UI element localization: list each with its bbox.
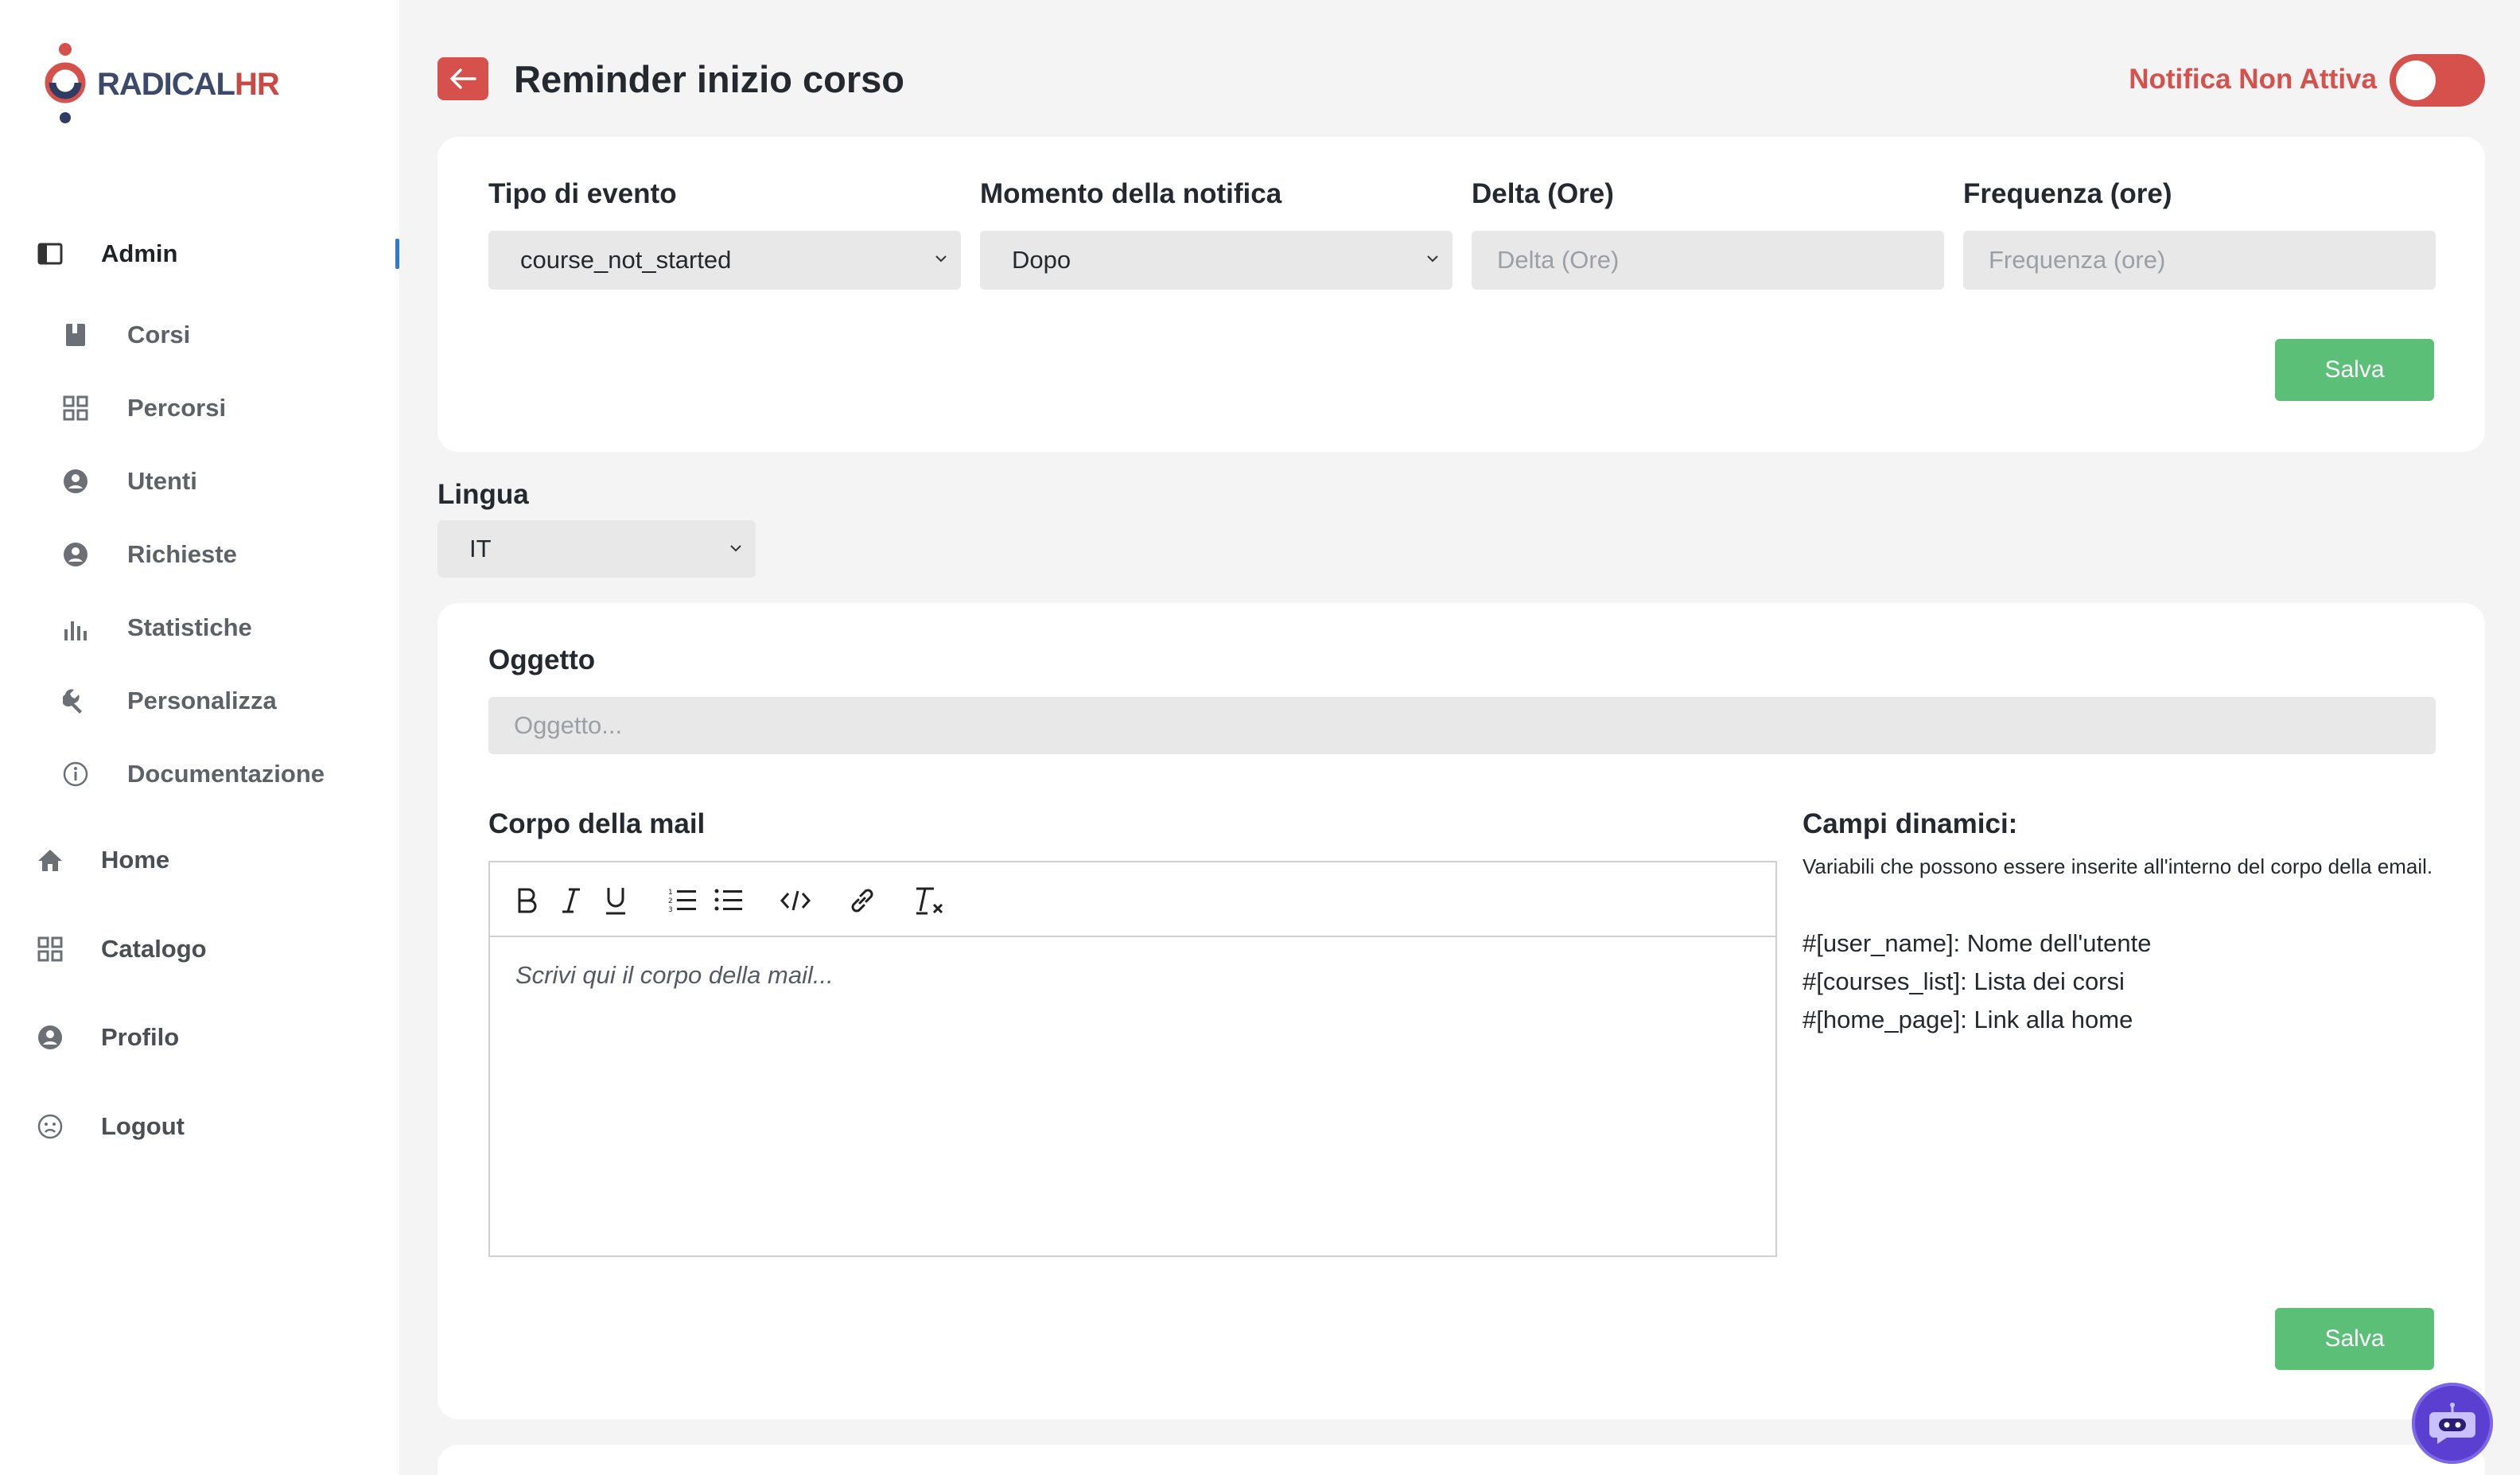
sidebar-item-statistiche[interactable]: Statistiche <box>0 600 399 656</box>
sidebar-item-label: Admin <box>101 239 178 267</box>
frequency-input[interactable]: Frequenza (ore) <box>1963 231 2436 290</box>
logo[interactable]: RADICALHR <box>41 41 280 127</box>
body-label: Corpo della mail <box>488 808 706 839</box>
language-select[interactable]: IT <box>438 520 756 578</box>
sidebar-item-label: Utenti <box>127 467 197 495</box>
svg-text:3: 3 <box>668 906 673 914</box>
sidebar-item-richieste[interactable]: Richieste <box>0 527 399 582</box>
link-icon[interactable] <box>846 885 878 917</box>
chatbot-button[interactable] <box>2412 1383 2493 1464</box>
sidebar-item-home[interactable]: Home <box>0 832 399 888</box>
wrench-icon <box>62 687 89 714</box>
sidebar-item-label: Home <box>101 846 170 874</box>
info-icon <box>62 761 89 788</box>
editor-toolbar: 123 <box>490 862 1775 937</box>
sidebar-item-admin[interactable]: Admin <box>0 226 399 282</box>
body-placeholder: Scrivi qui il corpo della mail... <box>515 961 834 989</box>
user-circle-icon <box>37 1024 64 1051</box>
event-type-select[interactable]: course_not_started <box>488 231 961 290</box>
bullet-list-icon[interactable] <box>713 885 745 917</box>
back-button[interactable] <box>438 57 488 100</box>
chevron-down-icon <box>1427 255 1438 263</box>
sidebar-item-profilo[interactable]: Profilo <box>0 1010 399 1065</box>
sidebar-item-label: Percorsi <box>127 394 227 422</box>
active-indicator <box>395 239 399 269</box>
chevron-down-icon <box>730 545 741 552</box>
radicalhr-logo-icon <box>45 43 86 123</box>
event-type-label: Tipo di evento <box>488 178 677 209</box>
sidebar-item-label: Statistiche <box>127 613 252 641</box>
sidebar-item-catalogo[interactable]: Catalogo <box>0 921 399 977</box>
subject-input[interactable]: Oggetto... <box>488 697 2436 754</box>
dynamic-fields-title: Campi dinamici: <box>1802 808 2018 839</box>
event-type-value: course_not_started <box>520 246 732 274</box>
ordered-list-icon[interactable]: 123 <box>667 885 698 917</box>
next-card <box>438 1445 2485 1475</box>
sidebar: RADICALHR Admin Corsi Percorsi Utenti Ri… <box>0 0 399 1475</box>
email-body-editor[interactable]: 123 Scrivi qui il corpo della mail... <box>488 861 1777 1257</box>
sidebar-item-label: Documentazione <box>127 760 325 788</box>
dynamic-fields-description: Variabili che possono essere inserite al… <box>1802 854 2433 878</box>
sidebar-panel-icon <box>37 240 64 267</box>
sidebar-item-label: Personalizza <box>127 687 277 714</box>
sidebar-item-utenti[interactable]: Utenti <box>0 453 399 509</box>
svg-text:2: 2 <box>668 897 673 905</box>
page-title: Reminder inizio corso <box>514 58 904 100</box>
svg-text:1: 1 <box>668 889 673 897</box>
chatbot-icon <box>2429 1403 2475 1444</box>
underline-icon[interactable] <box>600 885 632 917</box>
bold-icon[interactable] <box>511 885 542 917</box>
language-value: IT <box>469 535 492 562</box>
subject-label: Oggetto <box>488 644 596 675</box>
sidebar-item-documentazione[interactable]: Documentazione <box>0 746 399 802</box>
brand-name: RADICALHR <box>97 66 280 102</box>
sidebar-item-logout[interactable]: Logout <box>0 1099 399 1154</box>
subject-placeholder: Oggetto... <box>514 711 623 739</box>
save-settings-button[interactable]: Salva <box>2275 339 2434 401</box>
user-circle-icon <box>62 541 89 568</box>
frequency-label: Frequenza (ore) <box>1963 178 2172 209</box>
sidebar-item-label: Profilo <box>101 1023 180 1051</box>
moment-value: Dopo <box>1012 246 1071 274</box>
grid-icon <box>37 936 64 963</box>
delta-placeholder: Delta (Ore) <box>1497 246 1620 274</box>
grid-icon <box>62 395 89 422</box>
language-label: Lingua <box>438 479 529 510</box>
sidebar-item-label: Logout <box>101 1112 185 1140</box>
notification-toggle[interactable] <box>2390 54 2485 107</box>
sidebar-item-label: Catalogo <box>101 935 207 963</box>
sidebar-item-corsi[interactable]: Corsi <box>0 307 399 363</box>
clear-format-icon[interactable] <box>913 885 945 917</box>
notification-status-label: Notifica Non Attiva <box>2129 64 2377 95</box>
toggle-knob <box>2396 60 2436 100</box>
code-icon[interactable] <box>780 885 811 917</box>
dynamic-field-item: #[home_page]: Link alla home <box>1802 1006 2133 1033</box>
sidebar-item-label: Corsi <box>127 321 191 348</box>
user-circle-icon <box>62 468 89 495</box>
dynamic-field-item: #[courses_list]: Lista dei corsi <box>1802 967 2125 995</box>
delta-label: Delta (Ore) <box>1472 178 1614 209</box>
sidebar-item-personalizza[interactable]: Personalizza <box>0 673 399 729</box>
sad-face-icon <box>37 1113 64 1140</box>
save-email-button[interactable]: Salva <box>2275 1308 2434 1370</box>
moment-select[interactable]: Dopo <box>980 231 1452 290</box>
home-icon <box>37 846 64 874</box>
sidebar-item-percorsi[interactable]: Percorsi <box>0 380 399 436</box>
delta-input[interactable]: Delta (Ore) <box>1472 231 1944 290</box>
settings-card: Tipo di evento course_not_started Moment… <box>438 137 2485 452</box>
moment-label: Momento della notifica <box>980 178 1282 209</box>
arrow-left-icon <box>450 68 476 89</box>
book-icon <box>62 321 89 348</box>
sidebar-item-label: Richieste <box>127 540 237 568</box>
bar-chart-icon <box>62 614 89 641</box>
italic-icon[interactable] <box>555 885 587 917</box>
chevron-down-icon <box>935 255 947 263</box>
dynamic-field-item: #[user_name]: Nome dell'utente <box>1802 929 2152 957</box>
frequency-placeholder: Frequenza (ore) <box>1989 246 2166 274</box>
